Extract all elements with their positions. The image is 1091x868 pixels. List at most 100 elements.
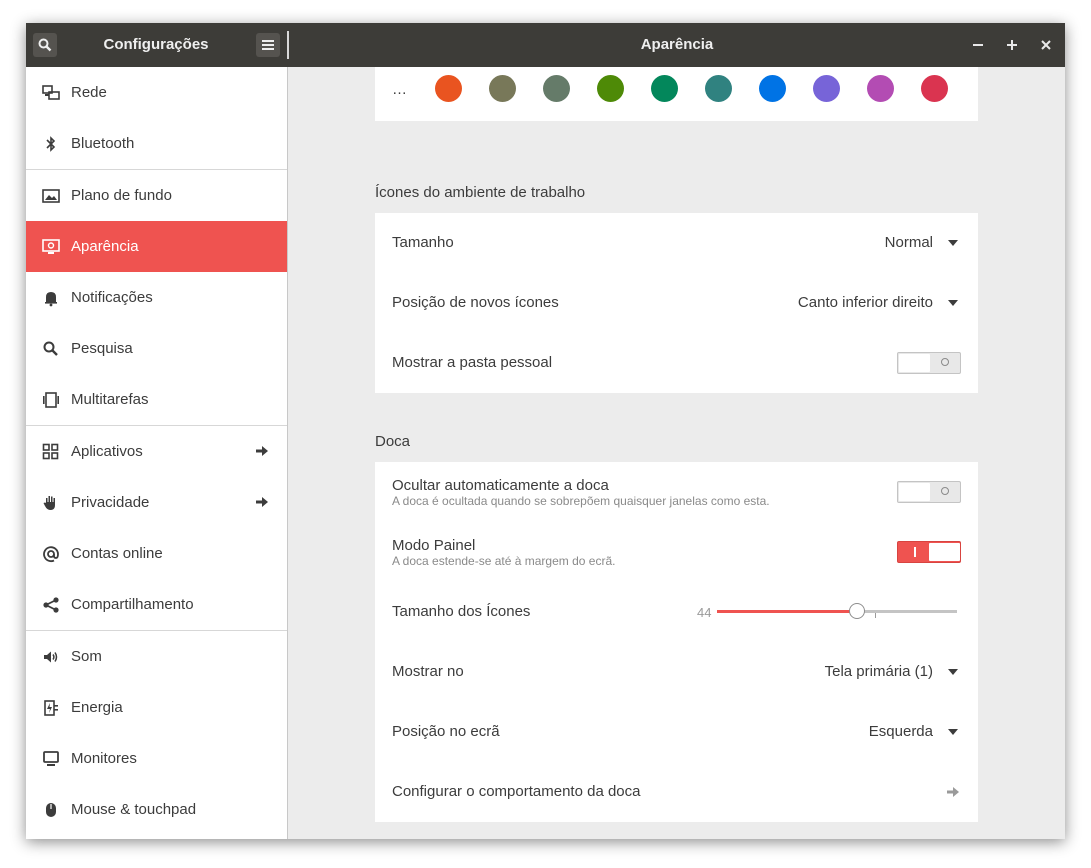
chevron-down-icon[interactable] (948, 729, 958, 735)
mouse-icon (46, 803, 56, 817)
accent-color-swatch[interactable] (597, 75, 624, 102)
accent-color-swatch[interactable] (489, 75, 516, 102)
bell-icon (45, 292, 57, 307)
sidebar-item-aparencia[interactable]: Aparência (26, 221, 287, 272)
show-home-toggle[interactable] (897, 352, 961, 374)
dock-icon-size-slider[interactable] (717, 602, 957, 622)
new-icons-position-row[interactable]: Posição de novos ícones Canto inferior d… (375, 273, 978, 333)
search-button[interactable] (33, 33, 57, 57)
sidebar-item-label: Energia (71, 699, 123, 716)
maximize-button[interactable] (1002, 35, 1022, 55)
accent-color-swatch[interactable] (759, 75, 786, 102)
sidebar-item-label: Notificações (71, 289, 153, 306)
apps-grid-icon (42, 443, 59, 460)
sidebar-item-bluetooth[interactable]: Bluetooth (26, 118, 287, 169)
toggle-on-icon (914, 547, 916, 557)
desktop-icons-panel: Tamanho Normal Posição de novos ícones C… (375, 213, 978, 393)
accent-color-swatch[interactable] (435, 75, 462, 102)
sidebar-item-notificacoes[interactable]: Notificações (26, 272, 287, 323)
new-icons-position-label: Posição de novos ícones (392, 294, 559, 311)
autohide-label: Ocultar automaticamente a doca (392, 477, 609, 494)
show-home-row: Mostrar a pasta pessoal (375, 333, 978, 393)
sidebar-item-label: Pesquisa (71, 340, 133, 357)
autohide-description: A doca é ocultada quando se sobrepõem qu… (392, 494, 770, 508)
bluetooth-icon (46, 136, 56, 152)
titlebar: Configurações Aparência (26, 23, 1065, 67)
sidebar-item-som[interactable]: Som (26, 630, 287, 682)
sidebar-item-aplicativos[interactable]: Aplicativos (26, 425, 287, 477)
page-title: Aparência (640, 36, 714, 53)
maximize-icon (1007, 40, 1017, 50)
close-icon (1041, 40, 1051, 50)
accent-color-swatch[interactable] (543, 75, 570, 102)
configure-dock-label: Configurar o comportamento da doca (392, 783, 641, 800)
sidebar-item-label: Som (71, 648, 102, 665)
configure-dock-row[interactable]: Configurar o comportamento da doca (375, 762, 978, 822)
show-on-dropdown-value[interactable]: Tela primária (1) (825, 663, 933, 680)
appearance-content: … Ícones do ambiente de trabalho Tamanho… (288, 67, 1065, 839)
sidebar-item-label: Aplicativos (71, 443, 143, 460)
slider-mark (875, 613, 876, 618)
monitor-icon (43, 751, 59, 766)
sidebar-item-contas-online[interactable]: Contas online (26, 528, 287, 579)
sidebar-item-privacidade[interactable]: Privacidade (26, 477, 287, 528)
sidebar-item-mouse-touchpad[interactable]: Mouse & touchpad (26, 784, 287, 835)
sidebar-item-label: Monitores (71, 750, 137, 767)
sidebar-item-label: Aparência (71, 238, 139, 255)
close-button[interactable] (1036, 35, 1056, 55)
section-title-dock: Doca (375, 433, 411, 450)
sidebar-item-monitores[interactable]: Monitores (26, 733, 287, 784)
more-colors-ellipsis[interactable]: … (392, 81, 407, 98)
accent-color-swatch[interactable] (705, 75, 732, 102)
sidebar-item-label: Rede (71, 84, 107, 101)
panel-mode-row: Modo Painel A doca estende-se até à marg… (375, 522, 978, 582)
sidebar-item-energia[interactable]: Energia (26, 682, 287, 733)
show-on-row[interactable]: Mostrar no Tela primária (1) (375, 642, 978, 702)
appearance-icon (42, 239, 60, 254)
dock-icon-size-label: Tamanho dos Ícones (392, 603, 531, 620)
icon-size-label: Tamanho (392, 234, 454, 251)
sidebar-item-pesquisa[interactable]: Pesquisa (26, 323, 287, 374)
chevron-down-icon[interactable] (948, 300, 958, 306)
screen-position-row[interactable]: Posição no ecrã Esquerda (375, 702, 978, 762)
network-icon (42, 85, 60, 100)
accent-color-swatch[interactable] (867, 75, 894, 102)
sidebar-item-label: Mouse & touchpad (71, 801, 197, 818)
sidebar: Rede Bluetooth Plano de fundo Aparência (26, 67, 288, 839)
icon-size-dropdown-value[interactable]: Normal (885, 234, 933, 251)
sidebar-item-compartilhamento[interactable]: Compartilhamento (26, 579, 287, 630)
sidebar-item-multitarefas[interactable]: Multitarefas (26, 374, 287, 425)
power-plug-icon (44, 700, 58, 716)
new-icons-position-dropdown-value[interactable]: Canto inferior direito (798, 294, 933, 311)
chevron-down-icon[interactable] (948, 240, 958, 246)
search-icon (38, 38, 52, 52)
dock-icon-size-value: 44 (697, 605, 712, 620)
accent-color-panel: … (375, 67, 978, 121)
accent-color-swatch[interactable] (813, 75, 840, 102)
wallpaper-icon (42, 189, 60, 203)
chevron-down-icon[interactable] (948, 669, 958, 675)
slider-handle[interactable] (849, 603, 865, 619)
multitasking-icon (43, 392, 59, 408)
minimize-button[interactable] (968, 35, 988, 55)
toggle-off-icon (941, 487, 949, 495)
sidebar-item-rede[interactable]: Rede (26, 67, 287, 118)
sidebar-title: Configurações (103, 36, 209, 53)
settings-window: Configurações Aparência Rede Bluetooth P… (26, 23, 1065, 839)
sidebar-item-label: Plano de fundo (71, 187, 172, 204)
arrow-right-icon (947, 787, 959, 797)
at-icon (43, 546, 59, 563)
autohide-toggle[interactable] (897, 481, 961, 503)
screen-position-dropdown-value[interactable]: Esquerda (869, 723, 933, 740)
sidebar-item-label: Privacidade (71, 494, 150, 511)
accent-color-swatch[interactable] (921, 75, 948, 102)
sidebar-item-plano-de-fundo[interactable]: Plano de fundo (26, 169, 287, 221)
panel-mode-toggle[interactable] (897, 541, 961, 563)
accent-color-swatch[interactable] (651, 75, 678, 102)
slider-fill (717, 610, 857, 613)
sidebar-item-label: Bluetooth (71, 135, 135, 152)
icon-size-row[interactable]: Tamanho Normal (375, 213, 978, 273)
sidebar-item-label: Multitarefas (71, 391, 149, 408)
menu-button[interactable] (256, 33, 280, 57)
show-home-label: Mostrar a pasta pessoal (392, 354, 553, 371)
